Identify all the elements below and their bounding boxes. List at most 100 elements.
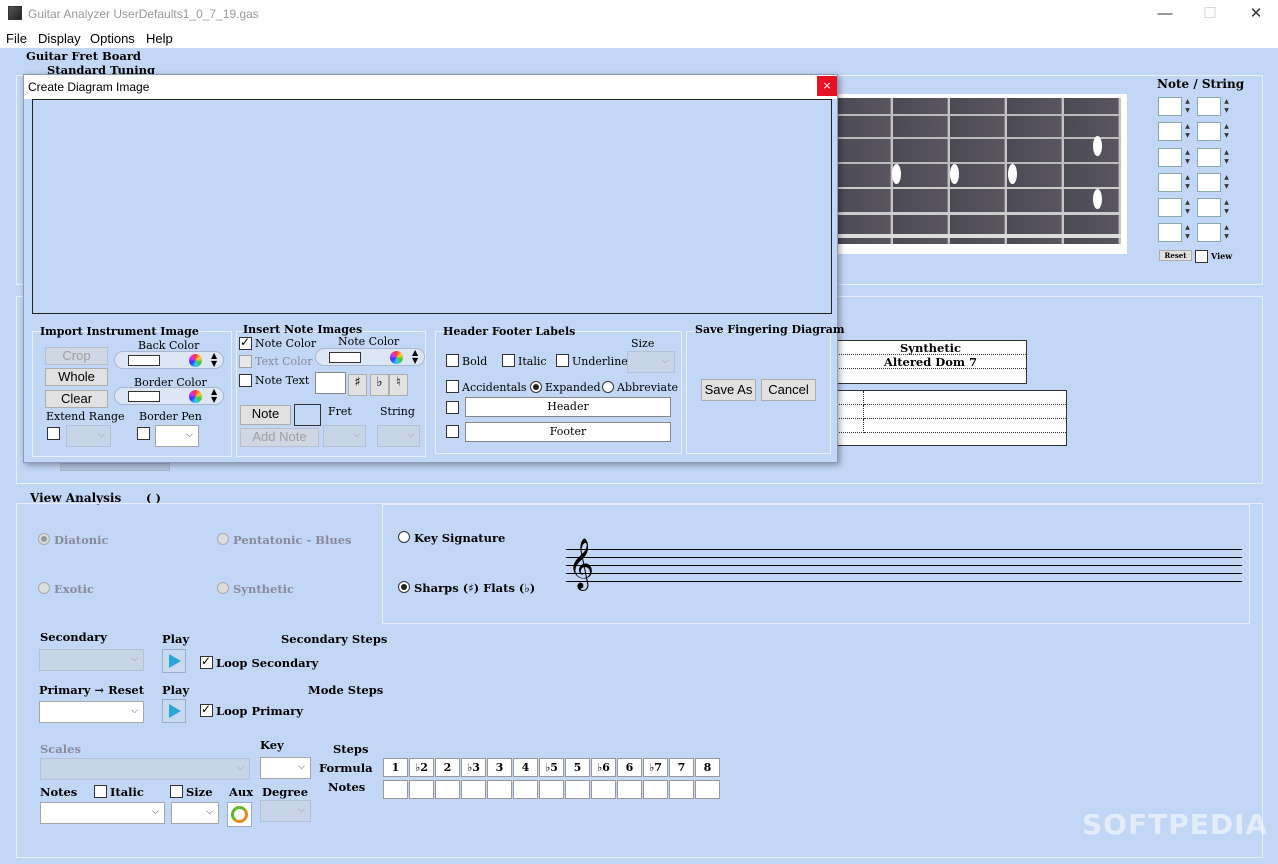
note-color-picker[interactable]: ▲ ▼ <box>315 348 425 366</box>
crop-button[interactable]: Crop <box>45 347 108 365</box>
note-string-spinner-input[interactable] <box>1158 148 1182 167</box>
size-checkbox[interactable] <box>170 785 183 798</box>
spin-arrows-icon[interactable]: ▲ ▼ <box>1222 198 1231 217</box>
extend-range-checkbox[interactable] <box>47 427 60 440</box>
whole-button[interactable]: Whole <box>45 368 108 386</box>
note-string-spinner-input[interactable] <box>1158 198 1182 217</box>
header-checkbox[interactable] <box>446 401 459 414</box>
degree-select[interactable]: ⌵ <box>260 800 311 822</box>
back-color-picker[interactable]: ▲ ▼ <box>114 351 224 369</box>
natural-button[interactable]: ♮ <box>389 374 408 396</box>
spin-arrows-icon[interactable]: ▲ ▼ <box>1183 122 1192 141</box>
footer-input[interactable]: Footer <box>465 422 671 442</box>
primary-select[interactable]: ⌵ <box>39 701 144 723</box>
aux-refresh-button[interactable] <box>227 802 252 827</box>
italic-checkbox[interactable] <box>502 354 515 367</box>
underline-checkbox[interactable] <box>556 354 569 367</box>
scale-info-table <box>834 390 1067 446</box>
menu-help[interactable]: Help <box>146 31 173 46</box>
dialog-close-button[interactable]: × <box>817 76 837 96</box>
header-input[interactable]: Header <box>465 397 671 417</box>
expanded-radio[interactable] <box>530 381 542 393</box>
pentatonic-radio[interactable] <box>217 533 229 545</box>
sharp-button[interactable]: ♯ <box>348 374 367 396</box>
note-string-spinner-input[interactable] <box>1158 122 1182 141</box>
notes-select[interactable]: ⌵ <box>40 802 165 824</box>
note-string-spinner-input[interactable] <box>1197 198 1221 217</box>
exotic-radio[interactable] <box>38 582 50 594</box>
menu-file[interactable]: File <box>6 31 27 46</box>
italic-checkbox[interactable] <box>94 785 107 798</box>
create-diagram-dialog: Create Diagram Image × Import Instrument… <box>23 74 845 463</box>
diatonic-radio[interactable] <box>38 533 50 545</box>
note-string-spinner-input[interactable] <box>1197 122 1221 141</box>
reset-button[interactable]: Reset <box>1159 250 1192 261</box>
cancel-button[interactable]: Cancel <box>761 379 816 401</box>
view-checkbox[interactable] <box>1195 250 1208 263</box>
note-text-checkbox[interactable] <box>239 374 252 387</box>
header-footer-title: Header Footer Labels <box>443 325 576 338</box>
abbreviate-radio[interactable] <box>602 381 614 393</box>
spin-arrows-icon[interactable]: ▲ ▼ <box>1222 223 1231 242</box>
spin-arrows-icon[interactable]: ▲ ▼ <box>1183 148 1192 167</box>
clear-button[interactable]: Clear <box>45 390 108 408</box>
header-size-select[interactable]: ⌵ <box>627 351 675 373</box>
degree-label: Degree <box>262 785 309 799</box>
spin-arrows-icon[interactable]: ▲ ▼ <box>1183 173 1192 192</box>
scales-select[interactable]: ⌵ <box>40 758 250 780</box>
maximize-button[interactable]: ☐ <box>1195 3 1225 25</box>
note-button[interactable]: Note <box>240 405 291 425</box>
spin-arrows-icon[interactable]: ▲ ▼ <box>1222 97 1231 116</box>
border-color-picker[interactable]: ▲ ▼ <box>114 387 224 405</box>
menu-display[interactable]: Display <box>38 31 81 46</box>
flat-button[interactable]: ♭ <box>370 374 389 396</box>
spin-arrows-icon[interactable]: ▲ ▼ <box>1222 122 1231 141</box>
save-as-button[interactable]: Save As <box>701 379 756 401</box>
play-secondary-button[interactable] <box>162 649 186 673</box>
close-button[interactable]: ✕ <box>1241 3 1271 25</box>
string-select[interactable]: ⌵ <box>377 425 420 447</box>
key-signature-radio[interactable] <box>398 531 410 543</box>
note-cell <box>565 780 590 799</box>
note-string-spinner-input[interactable] <box>1197 148 1221 167</box>
fret-select[interactable]: ⌵ <box>323 425 366 447</box>
note-string-spinner-input[interactable] <box>1197 223 1221 242</box>
note-string-spinner-input[interactable] <box>1158 97 1182 116</box>
footer-checkbox[interactable] <box>446 425 459 438</box>
loop-primary-checkbox[interactable] <box>200 702 213 717</box>
note-color-check-label: Note Color <box>255 337 317 350</box>
scales-label: Scales <box>40 742 81 756</box>
spin-arrows-icon[interactable]: ▲ ▼ <box>1222 148 1231 167</box>
chevron-down-icon: ⌵ <box>131 706 138 716</box>
note-preview-swatch[interactable] <box>294 404 321 426</box>
note-text-input[interactable] <box>315 372 346 394</box>
note-color-checkbox[interactable] <box>239 335 252 350</box>
bold-checkbox[interactable] <box>446 354 459 367</box>
secondary-select[interactable]: ⌵ <box>39 649 144 671</box>
note-string-spinner-input[interactable] <box>1197 173 1221 192</box>
synthetic-radio[interactable] <box>217 582 229 594</box>
spin-arrows-icon[interactable]: ▲ ▼ <box>1183 97 1192 116</box>
spin-arrows-icon[interactable]: ▲ ▼ <box>1183 198 1192 217</box>
note-string-spinner-input[interactable] <box>1158 173 1182 192</box>
key-select[interactable]: ⌵ <box>260 757 311 779</box>
accidentals-checkbox[interactable] <box>446 380 459 393</box>
loop-secondary-checkbox[interactable] <box>200 654 213 669</box>
size-select[interactable]: ⌵ <box>171 802 219 824</box>
note-string-title: Note / String <box>1157 77 1245 91</box>
spin-arrows-icon[interactable]: ▲ ▼ <box>1222 173 1231 192</box>
fret-label: Fret <box>328 405 352 418</box>
sharps-flats-radio[interactable] <box>398 581 410 593</box>
border-pen-checkbox[interactable] <box>137 427 150 440</box>
note-string-spinner-input[interactable] <box>1197 97 1221 116</box>
text-color-checkbox[interactable] <box>239 355 252 368</box>
add-note-button[interactable]: Add Note <box>240 428 319 447</box>
extend-range-select[interactable]: ⌵ <box>66 425 111 447</box>
chevron-down-icon: ⌵ <box>98 430 105 440</box>
menu-options[interactable]: Options <box>90 31 135 46</box>
note-string-spinner-input[interactable] <box>1158 223 1182 242</box>
border-pen-select[interactable]: ⌵ <box>155 425 199 447</box>
play-primary-button[interactable] <box>162 699 186 723</box>
spin-arrows-icon[interactable]: ▲ ▼ <box>1183 223 1192 242</box>
minimize-button[interactable]: — <box>1150 3 1180 25</box>
